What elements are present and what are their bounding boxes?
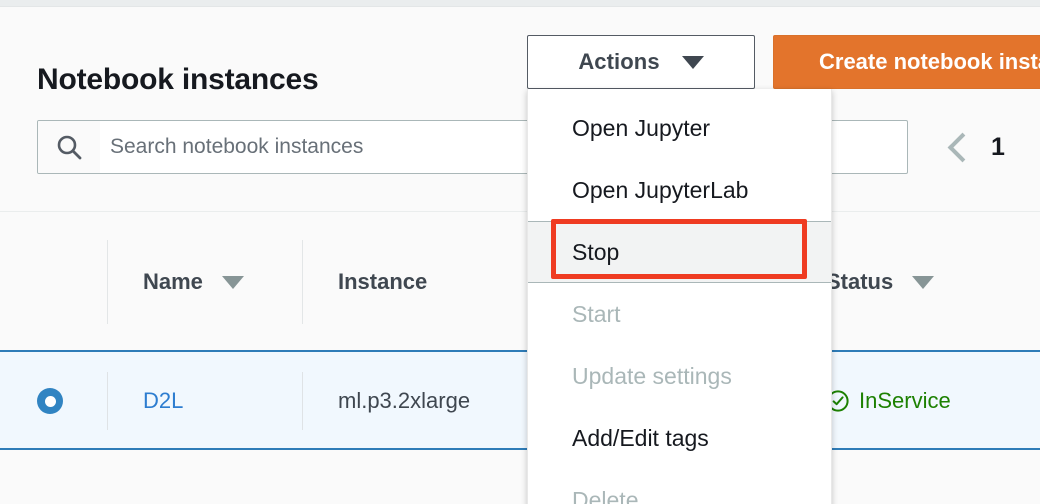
instance-type-text: ml.p3.2xlarge [338,388,471,413]
cell-instance: ml.p3.2xlarge [302,352,470,450]
create-notebook-instance-button[interactable]: Create notebook instance [773,35,1040,89]
column-header-status-label: Status [826,269,894,294]
search-icon [38,121,100,173]
menu-item-add-edit-tags[interactable]: Add/Edit tags [528,407,831,469]
column-header-name[interactable]: Name [107,212,244,352]
column-header-name-label: Name [143,269,203,294]
sagemaker-notebook-instances-page: Notebook instances Actions Create notebo… [0,0,1040,504]
menu-item-delete: Delete [572,486,639,504]
menu-item-start: Start [572,300,621,327]
column-separator [302,372,303,430]
actions-dropdown-menu: Open Jupyter Open JupyterLab Stop Start … [527,89,832,504]
row-select-cell[interactable] [0,352,63,450]
menu-item-open-jupyter[interactable]: Open Jupyter [528,97,831,159]
menu-item-open-jupyterlab[interactable]: Open JupyterLab [528,159,831,221]
menu-top-spacer [528,89,831,97]
page-number[interactable]: 1 [991,133,1005,162]
table-header-row: Name Instance Status [0,212,1040,352]
cell-name: D2L [107,352,183,450]
column-separator [302,240,303,324]
actions-button[interactable]: Actions [527,35,755,89]
chevron-left-icon[interactable] [947,132,978,162]
row-radio-button[interactable] [37,388,63,414]
table-row[interactable]: D2L ml.p3.2xlarge InService [0,352,1040,450]
column-separator [107,372,108,430]
menu-item-stop[interactable]: Stop [528,221,831,283]
column-separator [107,240,108,324]
caret-down-icon [912,275,935,289]
column-header-instance[interactable]: Instance [302,212,427,352]
menu-item-update-settings: Update settings [572,362,732,389]
chevron-down-icon [681,55,704,69]
top-chrome-strip [0,0,1040,7]
page-title: Notebook instances [37,63,319,97]
pagination: 1 [947,120,1005,174]
row-radio-dot [44,395,56,407]
status-text: InService [859,388,951,413]
notebook-name-link[interactable]: D2L [143,388,183,414]
caret-down-icon [221,275,244,289]
column-header-instance-label: Instance [338,269,428,294]
notebook-instances-table: Name Instance Status D2L ml.p3.2xlarge I… [0,212,1040,450]
actions-button-label: Actions [578,49,660,74]
create-notebook-instance-label: Create notebook instance [819,49,1040,74]
